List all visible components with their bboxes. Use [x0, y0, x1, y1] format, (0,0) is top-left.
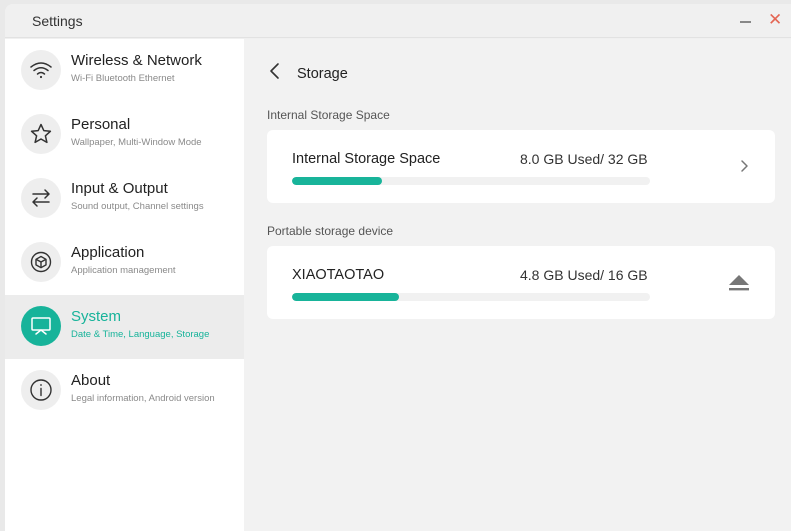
sidebar-item-subtitle: Sound output, Channel settings [71, 201, 204, 212]
sidebar-item-personal[interactable]: Personal Wallpaper, Multi-Window Mode [5, 103, 244, 167]
sidebar-item-subtitle: Date & Time, Language, Storage [71, 329, 210, 340]
sidebar-item-wireless-network[interactable]: Wireless & Network Wi-Fi Bluetooth Ether… [5, 39, 244, 103]
info-icon [21, 370, 61, 410]
sidebar: Wireless & Network Wi-Fi Bluetooth Ether… [5, 39, 244, 531]
window-title: Settings [32, 13, 83, 29]
storage-name: XIAOTAOTAO [292, 267, 385, 283]
page-title: Storage [297, 66, 348, 82]
back-icon[interactable] [268, 61, 282, 81]
sidebar-item-about[interactable]: About Legal information, Android version [5, 359, 244, 423]
sidebar-item-title: Input & Output [71, 180, 168, 197]
chevron-right-icon [739, 158, 749, 174]
sidebar-item-title: Personal [71, 116, 131, 133]
sidebar-item-title: Application [71, 244, 145, 261]
cube-icon [21, 242, 61, 282]
sidebar-item-title: Wireless & Network [71, 52, 202, 69]
arrows-icon [21, 178, 61, 218]
sidebar-item-system[interactable]: System Date & Time, Language, Storage [5, 295, 244, 359]
main-panel: Storage Internal Storage Space Internal … [244, 39, 791, 531]
portable-storage-card[interactable]: XIAOTAOTAO 4.8 GB Used/ 16 GB [267, 246, 775, 319]
sidebar-item-subtitle: Legal information, Android version [71, 393, 215, 404]
monitor-icon [21, 306, 61, 346]
eject-icon[interactable] [727, 272, 751, 294]
sidebar-item-input-output[interactable]: Input & Output Sound output, Channel set… [5, 167, 244, 231]
sidebar-item-title: About [71, 372, 111, 389]
storage-progress-fill [292, 177, 382, 185]
sidebar-item-subtitle: Wi-Fi Bluetooth Ethernet [71, 73, 175, 84]
storage-progress-fill [292, 293, 400, 301]
sidebar-item-title: System [71, 308, 122, 325]
portable-section-label: Portable storage device [267, 224, 394, 238]
storage-usage: 4.8 GB Used/ 16 GB [520, 267, 648, 283]
internal-section-label: Internal Storage Space [267, 108, 390, 122]
sidebar-item-application[interactable]: Application Application management [5, 231, 244, 295]
minimize-icon[interactable] [739, 12, 753, 26]
storage-name: Internal Storage Space [292, 151, 441, 167]
star-icon [21, 114, 61, 154]
wifi-icon [21, 50, 61, 90]
settings-window: Settings ✕ Wireless & Network Wi-Fi Blue… [5, 4, 791, 531]
sidebar-item-subtitle: Application management [71, 265, 176, 276]
title-bar: Settings ✕ [5, 4, 791, 38]
sidebar-item-subtitle: Wallpaper, Multi-Window Mode [71, 137, 202, 148]
storage-usage: 8.0 GB Used/ 32 GB [520, 151, 648, 167]
storage-progress-bar [292, 293, 650, 301]
internal-storage-card[interactable]: Internal Storage Space 8.0 GB Used/ 32 G… [267, 130, 775, 203]
close-icon[interactable]: ✕ [768, 10, 782, 30]
storage-progress-bar [292, 177, 650, 185]
